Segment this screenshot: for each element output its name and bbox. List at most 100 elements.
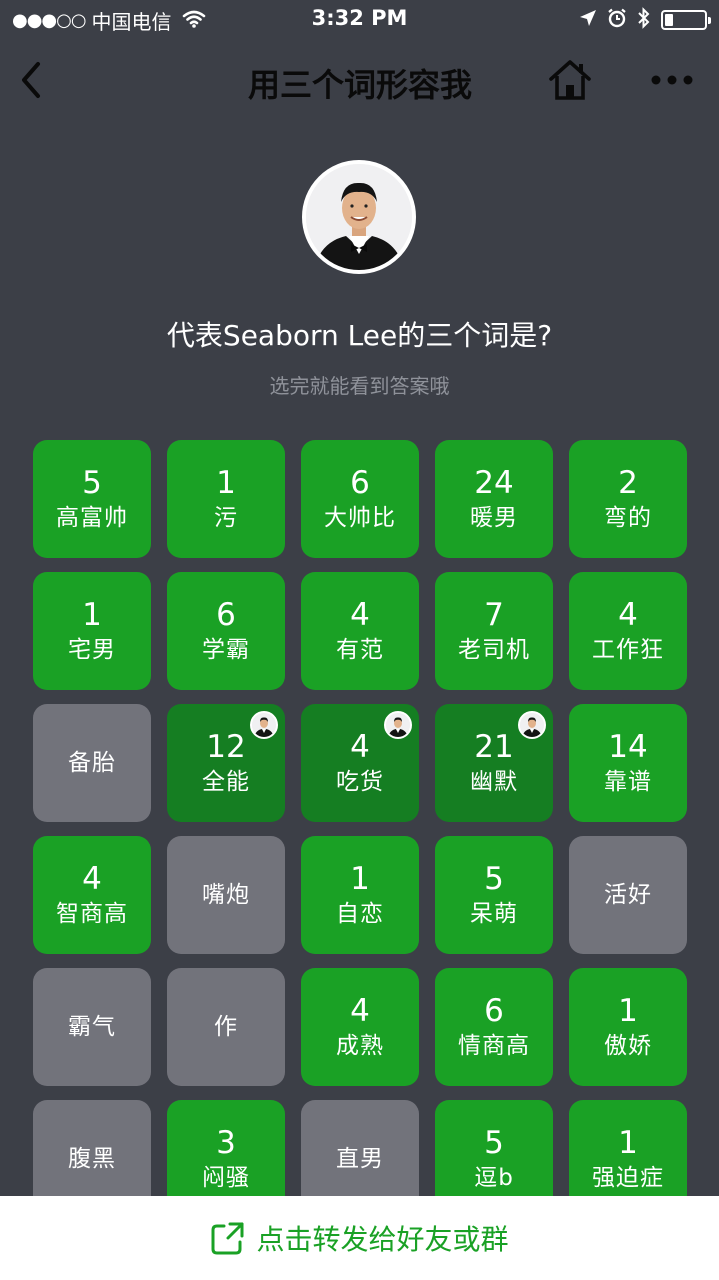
vote-count: 24 [474, 465, 514, 501]
vote-count: 3 [216, 1125, 236, 1161]
word-tile[interactable]: 21 幽默 [435, 704, 553, 822]
word-label: 学霸 [202, 637, 250, 663]
word-tile[interactable]: 4 有范 [301, 572, 419, 690]
home-icon[interactable] [547, 58, 593, 102]
vote-count: 2 [618, 465, 638, 501]
share-icon [210, 1220, 246, 1256]
word-label: 逗b [474, 1165, 514, 1191]
word-tile[interactable]: 1污 [167, 440, 285, 558]
vote-count: 4 [350, 729, 370, 765]
word-label: 大帅比 [324, 505, 396, 531]
word-label: 活好 [604, 882, 652, 908]
signal-strength: ●●●○○ [12, 10, 87, 31]
word-label: 吃货 [336, 769, 384, 795]
word-tile[interactable]: 7 老司机 [435, 572, 553, 690]
vote-count: 12 [206, 729, 246, 765]
word-label: 幽默 [470, 769, 518, 795]
status-bar: ●●●○○ 中国电信 3:32 PM [0, 0, 719, 40]
word-label: 霸气 [68, 1014, 116, 1040]
word-label: 嘴炮 [202, 882, 250, 908]
word-label: 老司机 [458, 637, 530, 663]
word-tile[interactable]: 4 智商高 [33, 836, 151, 954]
word-label: 高富帅 [56, 505, 128, 531]
status-bar-left: ●●●○○ 中国电信 [12, 6, 206, 35]
vote-count: 6 [350, 465, 370, 501]
vote-count: 21 [474, 729, 514, 765]
word-label: 作 [214, 1014, 238, 1040]
back-chevron-icon[interactable] [14, 58, 54, 102]
word-tile[interactable]: 作 [167, 968, 285, 1086]
battery-level [665, 14, 673, 26]
word-label: 腹黑 [68, 1146, 116, 1172]
word-label: 全能 [202, 769, 250, 795]
word-label: 污 [214, 505, 238, 531]
vote-count: 14 [608, 729, 648, 765]
share-bar[interactable]: 点击转发给好友或群 [0, 1196, 719, 1280]
vote-count: 5 [484, 1125, 504, 1161]
question-text: 代表Seaborn Lee的三个词是? [166, 319, 553, 352]
vote-count: 6 [216, 597, 236, 633]
word-tile[interactable]: 24 暖男 [435, 440, 553, 558]
word-label: 情商高 [458, 1033, 530, 1059]
vote-count: 5 [484, 861, 504, 897]
word-label: 靠谱 [604, 769, 652, 795]
word-tile[interactable]: 12 全能 [167, 704, 285, 822]
vote-count: 1 [618, 1125, 638, 1161]
vote-count: 1 [82, 597, 102, 633]
vote-count: 4 [618, 597, 638, 633]
word-label: 直男 [336, 1146, 384, 1172]
word-label: 闷骚 [202, 1165, 250, 1191]
word-tile[interactable]: 5 呆萌 [435, 836, 553, 954]
word-label: 傲娇 [604, 1033, 652, 1059]
voter-avatar [518, 711, 546, 739]
vote-count: 4 [350, 993, 370, 1029]
word-label: 智商高 [56, 901, 128, 927]
voter-avatar [250, 711, 278, 739]
word-tile[interactable]: 6 大帅比 [301, 440, 419, 558]
word-tile[interactable]: 2 弯的 [569, 440, 687, 558]
word-label: 呆萌 [470, 901, 518, 927]
word-tile[interactable]: 14 靠谱 [569, 704, 687, 822]
word-tile[interactable]: 6 情商高 [435, 968, 553, 1086]
vote-count: 4 [350, 597, 370, 633]
word-tile[interactable]: 4 工作狂 [569, 572, 687, 690]
word-label: 强迫症 [592, 1165, 664, 1191]
status-bar-right [569, 7, 711, 33]
word-label: 弯的 [604, 505, 652, 531]
word-tile[interactable]: 1 宅男 [33, 572, 151, 690]
word-label: 宅男 [68, 637, 116, 663]
vote-count: 5 [82, 465, 102, 501]
profile-avatar [302, 160, 416, 274]
word-tile[interactable]: 霸气 [33, 968, 151, 1086]
word-label: 有范 [336, 637, 384, 663]
word-tile[interactable]: 4 成熟 [301, 968, 419, 1086]
nav-bar: 用三个词形容我 [0, 40, 719, 120]
word-tile[interactable]: 1 傲娇 [569, 968, 687, 1086]
vote-count: 1 [216, 465, 236, 501]
word-label: 成熟 [336, 1033, 384, 1059]
battery-icon [661, 10, 711, 30]
word-tile[interactable]: 4 吃货 [301, 704, 419, 822]
vote-count: 7 [484, 597, 504, 633]
word-tile[interactable]: 嘴炮 [167, 836, 285, 954]
battery-nub [708, 17, 711, 24]
word-tile[interactable]: 1 自恋 [301, 836, 419, 954]
word-label: 自恋 [336, 901, 384, 927]
word-tile[interactable]: 活好 [569, 836, 687, 954]
word-tile-grid: 5 高富帅 1 污 6 大帅比 24 暖男 2 弯的 1 宅男 6 学霸 4 有范 7 老司机 4 工作狂 备胎 12 全能… [33, 440, 687, 1218]
word-tile[interactable]: 5 高富帅 [33, 440, 151, 558]
more-dots-icon[interactable] [648, 66, 696, 94]
bluetooth-icon [637, 7, 651, 33]
word-tile[interactable]: 6 学霸 [167, 572, 285, 690]
vote-count: 1 [350, 861, 370, 897]
location-arrow-icon [579, 9, 597, 31]
vote-count: 6 [484, 993, 504, 1029]
alarm-icon [607, 8, 627, 32]
word-tile[interactable]: 备胎 [33, 704, 151, 822]
share-label: 点击转发给好友或群 [256, 1223, 509, 1256]
word-label: 备胎 [68, 750, 116, 776]
word-label: 工作狂 [592, 637, 664, 663]
voter-avatar [384, 711, 412, 739]
vote-count: 4 [82, 861, 102, 897]
vote-count: 1 [618, 993, 638, 1029]
